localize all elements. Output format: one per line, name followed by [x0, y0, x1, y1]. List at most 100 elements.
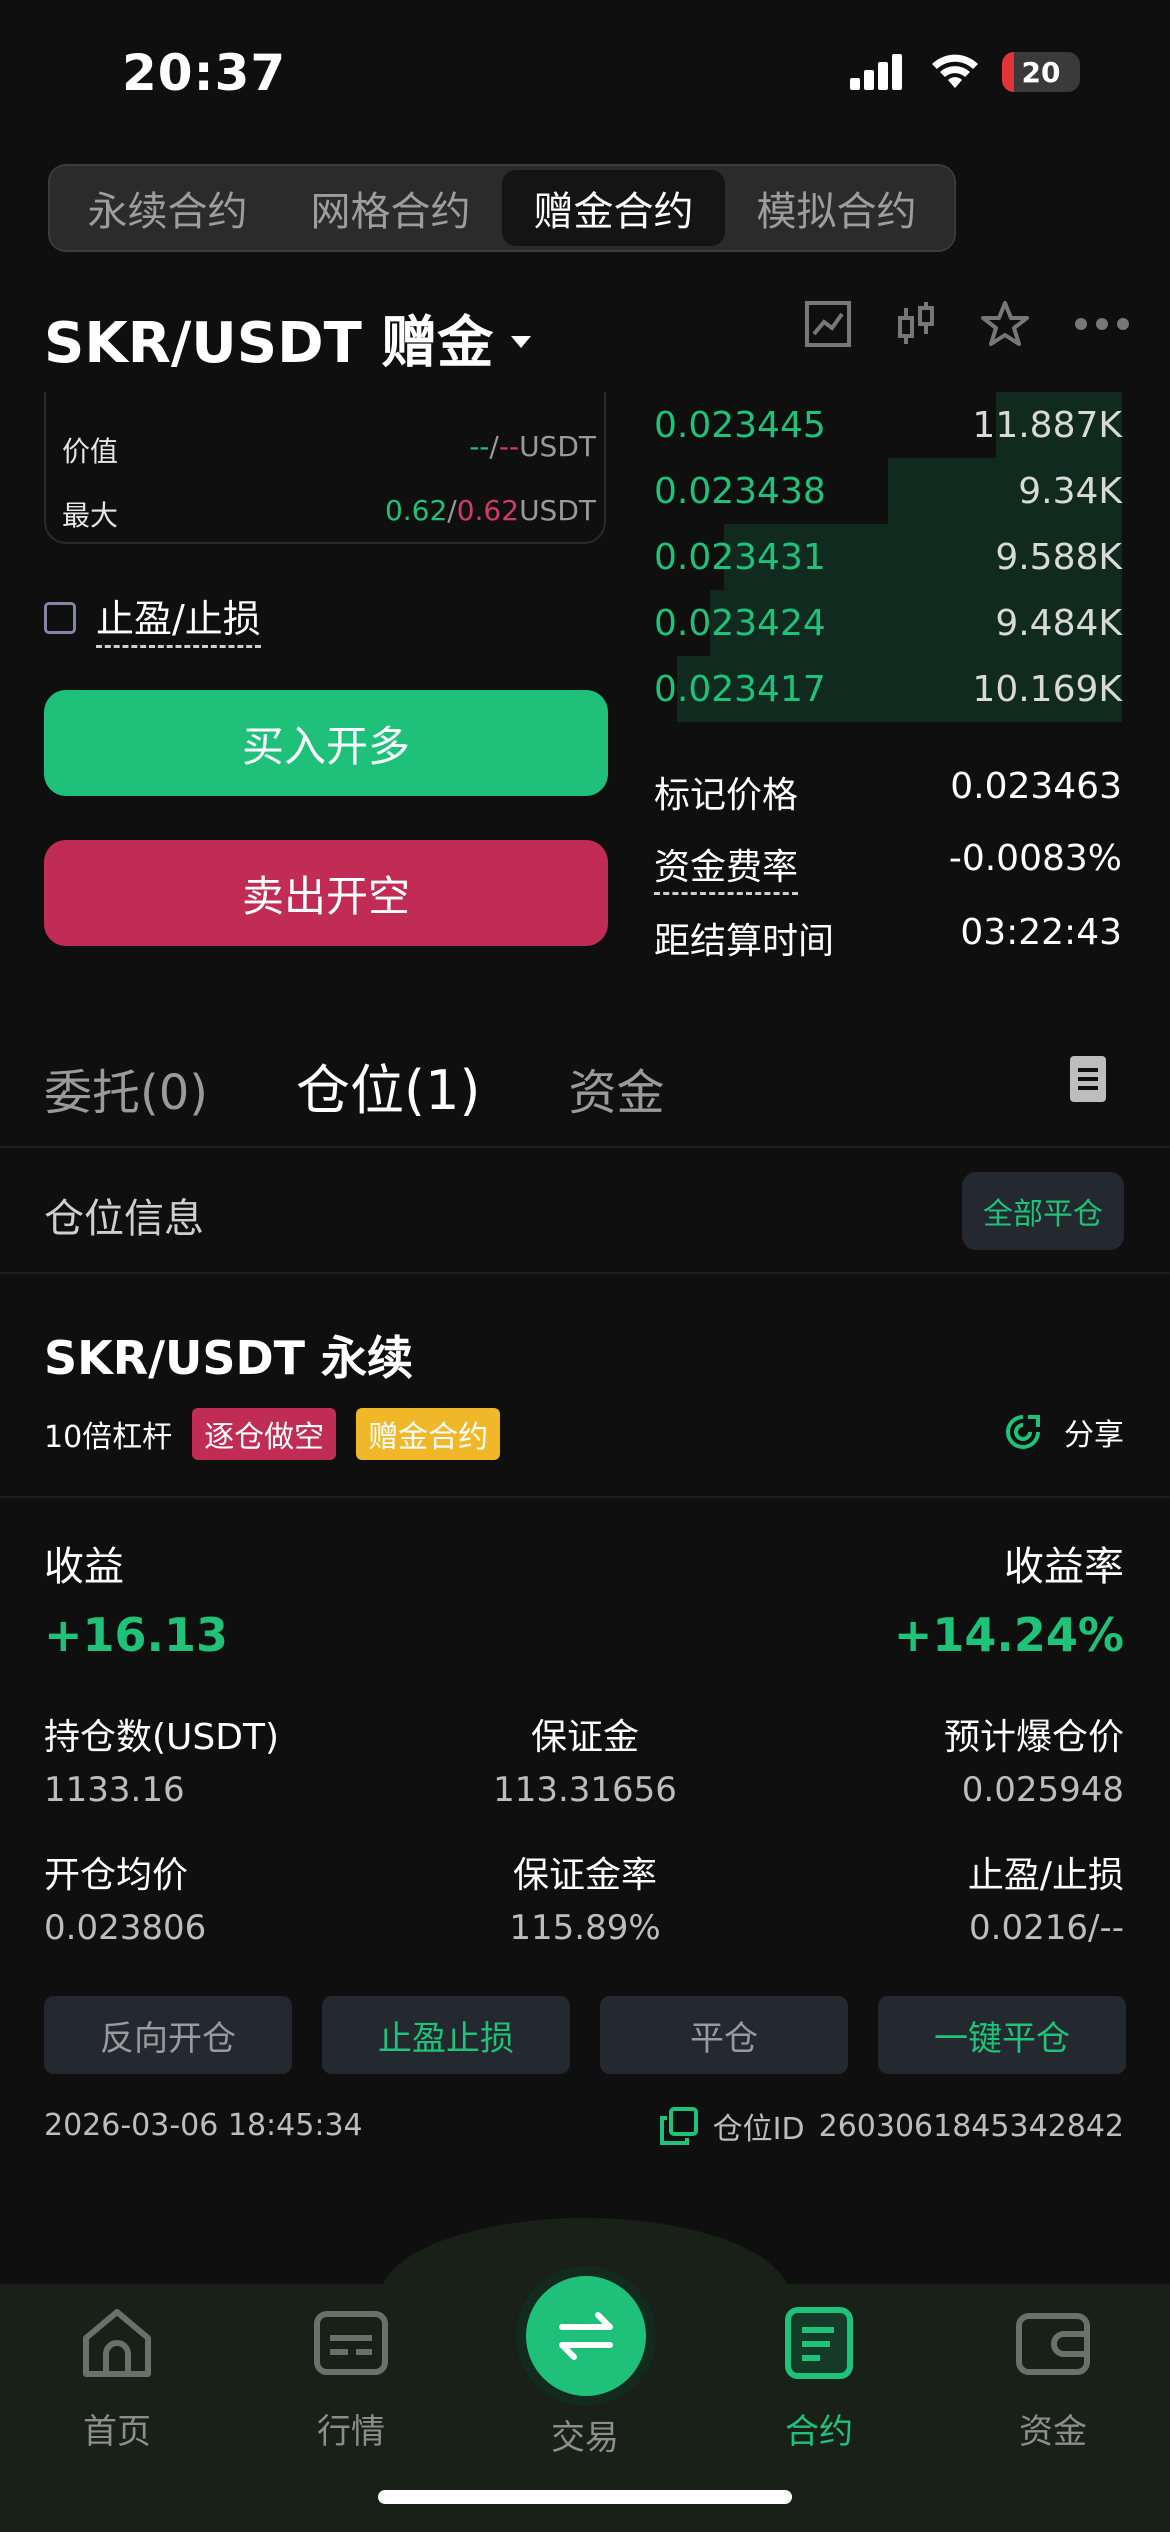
position-tabs: 委托(0) 仓位(1) 资金: [44, 1046, 665, 1125]
tab-perpetual[interactable]: 永续合约: [56, 170, 279, 246]
settlement-value: 03:22:43: [960, 912, 1122, 953]
margin-rate: 保证金率 115.89%: [385, 1846, 785, 1948]
mark-price-label: 标记价格: [654, 775, 799, 816]
order-book: 0.023445 11.887K 0.023438 9.34K 0.023431…: [654, 392, 1122, 722]
margin-label: 保证金: [530, 1717, 639, 1758]
close-all-button[interactable]: 全部平仓: [962, 1172, 1124, 1250]
roe-block: 收益率 +14.24%: [894, 1534, 1124, 1662]
value-amount: --/--USDT: [469, 430, 596, 470]
star-icon[interactable]: [980, 300, 1030, 348]
nav-trade[interactable]: 交易: [468, 2410, 702, 2459]
position-size: 持仓数(USDT) 1133.16: [44, 1708, 279, 1810]
tab-assets[interactable]: 资金: [569, 1053, 665, 1123]
margin-mode-badge: 逐仓做空: [192, 1408, 337, 1460]
nav-trade-label: 交易: [551, 2418, 619, 2458]
more-icon[interactable]: [1074, 317, 1130, 331]
position-title: SKR/USDT 永续: [44, 1331, 414, 1385]
max-row: 最大 0.62/0.62USDT: [62, 494, 596, 534]
funding-rate-row: 资金费率 -0.0083%: [654, 838, 1122, 895]
tpsl-checkbox[interactable]: [44, 602, 76, 634]
tpsl-label: 止盈/止损: [96, 588, 261, 648]
tab-demo[interactable]: 模拟合约: [725, 170, 948, 246]
nav-contract[interactable]: 合约: [702, 2304, 936, 2453]
share-button[interactable]: 分享: [1004, 1410, 1124, 1454]
order-book-row[interactable]: 0.023417 10.169K: [654, 656, 1122, 722]
battery-level: 20: [1021, 55, 1061, 89]
max-separator: /: [447, 494, 457, 527]
status-time: 20:37: [122, 44, 287, 102]
leverage-label: 10倍杠杆: [44, 1420, 173, 1455]
position-id-label: 仓位ID: [712, 2112, 805, 2147]
home-icon: [83, 2309, 151, 2377]
liquidation-price-value: 0.025948: [961, 1770, 1124, 1810]
chevron-down-icon: [511, 335, 532, 348]
tab-bonus[interactable]: 赠金合约: [502, 170, 725, 246]
nav-market-label: 行情: [317, 2412, 385, 2452]
position-timestamp: 2026-03-06 18:45:34: [44, 2108, 363, 2143]
mark-price-value: 0.023463: [950, 766, 1122, 807]
mark-price-row: 标记价格 0.023463: [654, 766, 1122, 818]
chart-icon[interactable]: [804, 300, 852, 348]
buy-long-button[interactable]: 买入开多: [44, 690, 608, 796]
margin: 保证金 113.31656: [385, 1708, 785, 1810]
entry-price: 开仓均价 0.023806: [44, 1846, 206, 1948]
candlestick-icon[interactable]: [896, 300, 936, 348]
bid-qty: 9.34K: [1018, 470, 1122, 512]
liquidation-price: 预计爆仓价 0.025948: [944, 1708, 1124, 1810]
wifi-icon: [932, 54, 978, 88]
liquidation-price-label: 预计爆仓价: [943, 1717, 1124, 1758]
pnl-value: +16.13: [44, 1608, 229, 1662]
tab-positions[interactable]: 仓位(1): [296, 1046, 481, 1125]
share-label: 分享: [1064, 1418, 1124, 1453]
wallet-icon: [1016, 2313, 1090, 2375]
order-book-row[interactable]: 0.023431 9.588K: [654, 524, 1122, 590]
order-book-row[interactable]: 0.023438 9.34K: [654, 458, 1122, 524]
header-actions: [804, 300, 1130, 348]
position-size-value: 1133.16: [44, 1770, 185, 1810]
tpsl-info: 止盈/止损 0.0216/--: [968, 1846, 1124, 1948]
settlement-row: 距结算时间 03:22:43: [654, 912, 1122, 964]
value-row: 价值 --/--USDT: [62, 430, 596, 470]
max-long: 0.62: [384, 494, 448, 527]
close-position-button[interactable]: 平仓: [600, 1996, 848, 2074]
nav-home[interactable]: 首页: [0, 2304, 234, 2453]
bid-price: 0.023431: [654, 536, 826, 578]
tpsl-button[interactable]: 止盈止损: [322, 1996, 570, 2074]
pnl-label: 收益: [44, 1544, 124, 1590]
tab-orders[interactable]: 委托(0): [44, 1053, 208, 1123]
max-label: 最大: [62, 499, 119, 532]
value-long: --: [469, 430, 490, 463]
tab-grid[interactable]: 网格合约: [279, 170, 502, 246]
nav-wallet[interactable]: 资金: [936, 2304, 1170, 2453]
margin-rate-value: 115.89%: [509, 1908, 661, 1948]
max-amount: 0.62/0.62USDT: [385, 494, 596, 534]
entry-price-value: 0.023806: [44, 1908, 207, 1948]
bid-qty: 10.169K: [972, 668, 1122, 710]
document-icon[interactable]: [1070, 1056, 1106, 1102]
bid-price: 0.023445: [654, 404, 826, 446]
bid-price: 0.023438: [654, 470, 826, 512]
copy-icon[interactable]: [659, 2106, 699, 2146]
quick-close-button[interactable]: 一键平仓: [878, 1996, 1126, 2074]
market-icon: [314, 2311, 388, 2375]
home-indicator[interactable]: [378, 2490, 792, 2504]
roe-value: +14.24%: [893, 1608, 1124, 1662]
order-book-row[interactable]: 0.023424 9.484K: [654, 590, 1122, 656]
contract-type-badge: 赠金合约: [356, 1408, 501, 1460]
tpsl-info-value: 0.0216/--: [969, 1908, 1124, 1948]
funding-rate-label[interactable]: 资金费率: [654, 838, 799, 895]
sell-short-button[interactable]: 卖出开空: [44, 840, 608, 946]
nav-market[interactable]: 行情: [234, 2304, 468, 2453]
order-book-row[interactable]: 0.023445 11.887K: [654, 392, 1122, 458]
divider: [0, 1496, 1170, 1498]
position-id[interactable]: 仓位ID 2603061845342842: [659, 2104, 1124, 2148]
pair-selector[interactable]: SKR/USDT 赠金: [44, 298, 532, 379]
max-unit: USDT: [519, 494, 596, 527]
nav-trade-button[interactable]: [526, 2276, 646, 2396]
contract-icon: [785, 2307, 853, 2379]
reverse-position-button[interactable]: 反向开仓: [44, 1996, 292, 2074]
tpsl-toggle[interactable]: 止盈/止损: [44, 588, 261, 648]
roe-label: 收益率: [1004, 1544, 1124, 1590]
position-tags: 10倍杠杆 逐仓做空 赠金合约: [44, 1408, 501, 1460]
value-separator: /: [489, 430, 499, 463]
